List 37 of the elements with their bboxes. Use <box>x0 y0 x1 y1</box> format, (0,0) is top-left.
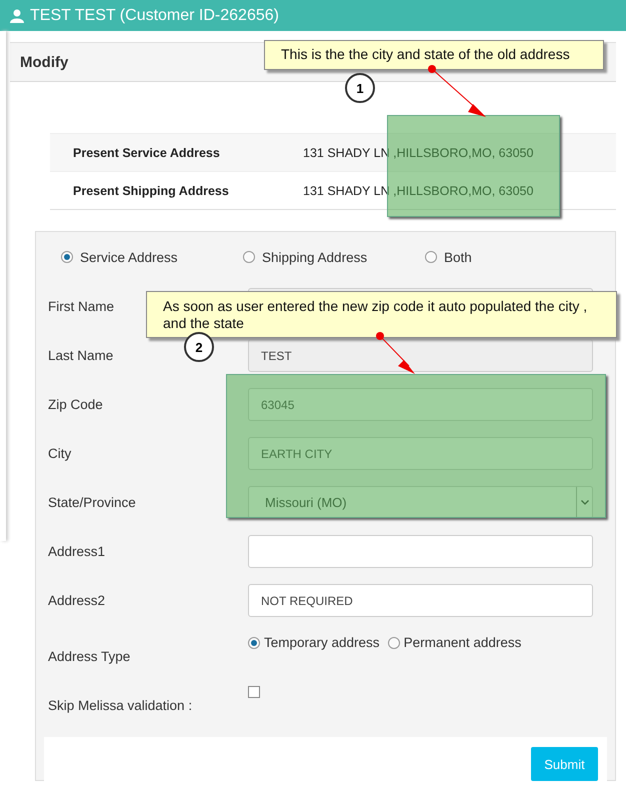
radio-label: Shipping Address <box>262 250 368 264</box>
pointer-arrow <box>428 65 486 117</box>
step-number: 1 <box>345 73 375 103</box>
radio-label: Service Address <box>80 250 178 264</box>
pointer-arrow <box>376 332 415 374</box>
text-field[interactable]: NOT REQUIRED <box>248 584 593 617</box>
user-icon <box>10 8 24 22</box>
field-label: Address Type <box>48 648 130 664</box>
radio-button[interactable] <box>243 251 255 263</box>
radio-label: Temporary address <box>264 635 380 650</box>
radio-button[interactable] <box>388 636 400 648</box>
radio-button[interactable] <box>248 636 260 648</box>
annotation-callout: As soon as user entered the new zip code it auto populated the city , and the state <box>146 291 617 338</box>
radio-label: Both <box>444 250 472 264</box>
field-label: Last Name <box>48 348 114 362</box>
field-label: Skip Melissa validation : <box>48 698 192 712</box>
field-label: Zip Code <box>48 396 103 412</box>
field-label: City <box>48 446 72 460</box>
text-field[interactable]: EARTH CITY <box>248 437 593 470</box>
customer-title: TEST TEST (Customer ID-262656) <box>30 6 279 24</box>
field-label: Address1 <box>48 544 106 558</box>
address-label: Present Shipping Address <box>73 184 230 198</box>
text-field[interactable]: 63045 <box>248 388 593 421</box>
annotation-callout: This is the the city and state of the old address <box>264 40 604 70</box>
checkbox[interactable] <box>248 686 260 698</box>
field-label: Address2 <box>48 592 106 608</box>
submit-button[interactable]: Submit <box>531 747 598 781</box>
caret-icon <box>576 487 592 518</box>
text-field[interactable] <box>248 535 593 568</box>
radio-button[interactable] <box>425 251 437 263</box>
panel-title: Modify <box>20 54 68 70</box>
state-select[interactable]: Missouri (MO) <box>248 486 593 519</box>
address-label: Present Service Address <box>73 146 221 160</box>
radio-button[interactable] <box>61 251 73 263</box>
field-label: First Name <box>48 298 114 314</box>
field-label: State/Province <box>48 494 136 510</box>
radio-label: Permanent address <box>404 635 522 650</box>
